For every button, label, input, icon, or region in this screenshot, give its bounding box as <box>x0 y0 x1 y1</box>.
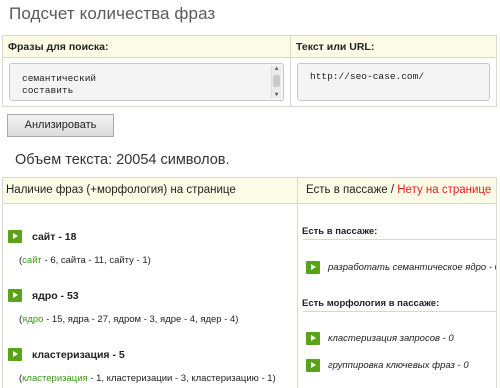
right-header-missing: Нету на странице <box>397 184 492 196</box>
arrow-right-icon <box>8 348 22 361</box>
arrow-right-icon <box>306 261 320 274</box>
morph-title: Есть морфология в пассаже: <box>302 298 440 309</box>
forms-list: - 1, кластеризации - 3, кластеризацию - … <box>87 373 276 384</box>
arrow-right-icon <box>306 359 320 372</box>
divider <box>303 311 496 312</box>
morph-item: кластеризация запросов - 0 <box>328 333 454 344</box>
scroll-thumb[interactable] <box>273 75 280 87</box>
phrases-scrollbar[interactable]: ▲ ▼ <box>271 66 281 98</box>
arrow-right-icon <box>8 289 22 302</box>
text-volume-summary: Объем текста: 20054 символов. <box>15 152 230 168</box>
results-table: Наличие фраз (+морфология) на странице Е… <box>2 177 497 388</box>
analyze-button[interactable]: Анлизировать <box>7 114 114 137</box>
forms-list: - 6, сайта - 11, сайту - 1) <box>41 255 151 266</box>
phrase-title: ядро - 53 <box>32 290 79 302</box>
phrases-textarea-value: семантический составить <box>22 73 97 96</box>
arrow-right-icon <box>306 332 320 345</box>
right-header-prefix: Есть в пассаже / <box>306 184 398 196</box>
url-textarea[interactable]: http://seo-case.com/ <box>297 63 490 101</box>
phrase-title: кластеризация - 5 <box>32 349 125 361</box>
in-passage-title: Есть в пассаже: <box>302 226 378 237</box>
column-divider <box>297 178 298 388</box>
forms-list: - 15, ядра - 27, ядром - 3, ядре - 4, яд… <box>43 314 239 325</box>
phrases-textarea[interactable]: семантический составить ▲ ▼ <box>9 63 284 101</box>
arrow-right-icon <box>8 230 22 243</box>
phrase-forms: (ядро - 15, ядра - 27, ядром - 3, ядре -… <box>19 314 238 325</box>
phrase-forms: (сайт - 6, сайта - 11, сайту - 1) <box>19 255 151 266</box>
phrases-label: Фразы для поиска: <box>2 35 291 58</box>
forms-base-word: сайт <box>22 255 42 266</box>
left-column-header: Наличие фраз (+морфология) на странице <box>6 184 236 196</box>
morph-item: группировка ключевых фраз - 0 <box>328 360 469 371</box>
phrase-title: сайт - 18 <box>32 231 77 243</box>
page-title: Подсчет количества фраз <box>9 4 216 23</box>
divider <box>303 239 496 240</box>
url-textarea-value: http://seo-case.com/ <box>310 71 425 82</box>
phrase-forms: (кластеризация - 1, кластеризации - 3, к… <box>19 373 276 384</box>
search-form-table: Фразы для поиска: Текст или URL: семанти… <box>2 35 497 107</box>
scroll-up-icon[interactable]: ▲ <box>273 66 280 72</box>
right-column-header: Есть в пассаже / Нету на странице <box>306 178 491 203</box>
forms-base-word: ядро <box>22 314 44 325</box>
scroll-down-icon[interactable]: ▼ <box>273 92 280 98</box>
url-label: Текст или URL: <box>290 35 497 58</box>
results-header: Наличие фраз (+морфология) на странице Е… <box>3 178 496 204</box>
in-passage-item: разработать семантическое ядро - 0 <box>328 262 497 273</box>
forms-base-word: кластеризация <box>22 373 88 384</box>
